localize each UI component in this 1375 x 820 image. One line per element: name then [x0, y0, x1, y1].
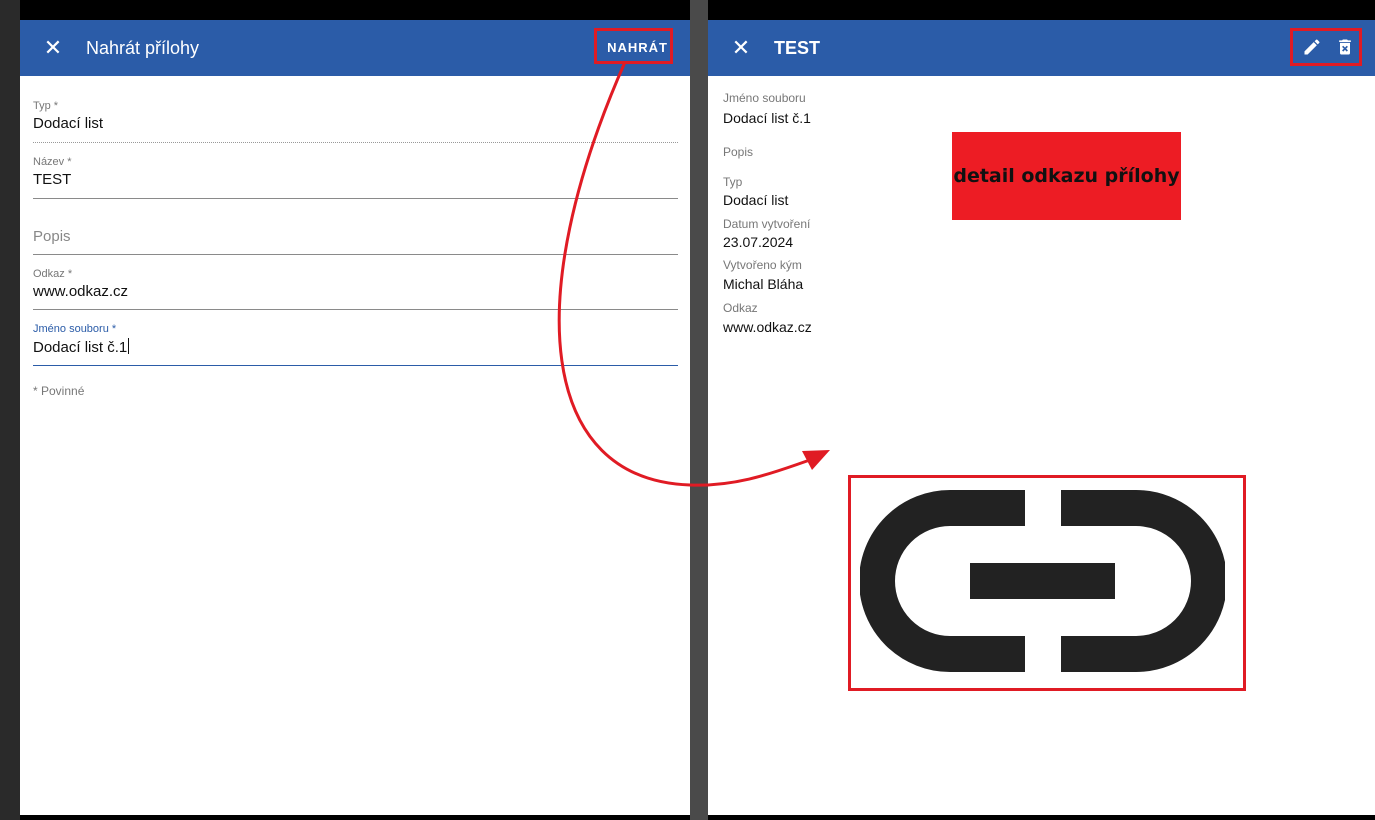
annotation-arrow: [557, 61, 830, 487]
